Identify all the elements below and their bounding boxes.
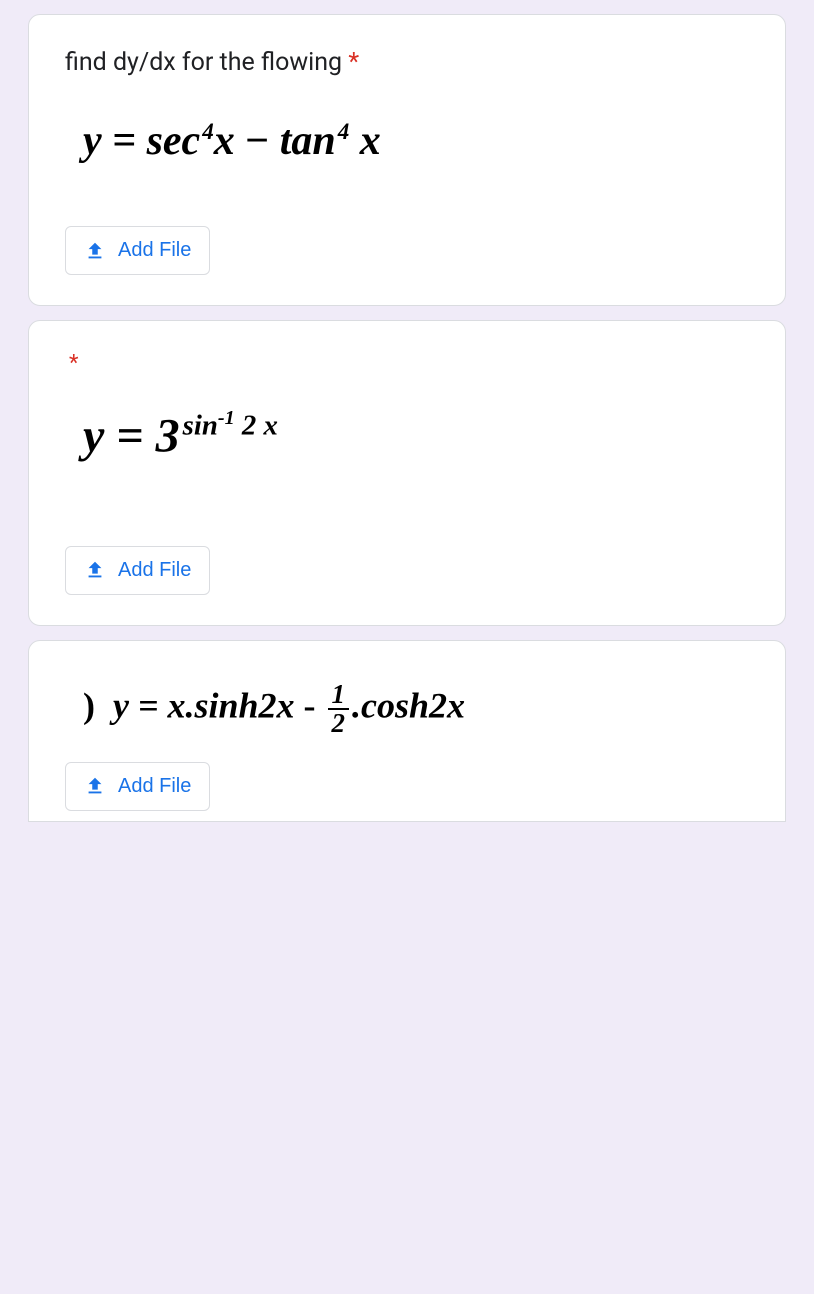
question-card: find dy/dx for the flowing * y = sec4x −… <box>28 14 786 306</box>
question-card: * y = 3sin-1 2 x Add File <box>28 320 786 625</box>
question-card: ) y = x.sinh2x - 12.cosh2x Add File <box>28 640 786 822</box>
add-file-label: Add File <box>118 559 191 582</box>
upload-icon <box>84 775 106 797</box>
equation-image: ) y = x.sinh2x - 12.cosh2x <box>83 681 749 737</box>
add-file-label: Add File <box>118 775 191 798</box>
required-star: * <box>65 351 749 376</box>
add-file-button[interactable]: Add File <box>65 762 210 811</box>
question-text: find dy/dx for the flowing <box>65 48 342 77</box>
equation-image: y = 3sin-1 2 x <box>83 406 749 465</box>
upload-icon <box>84 240 106 262</box>
required-star: * <box>348 48 359 77</box>
equation-image: y = sec4x − tan4 x <box>83 116 749 166</box>
upload-icon <box>84 559 106 581</box>
add-file-button[interactable]: Add File <box>65 226 210 275</box>
add-file-button[interactable]: Add File <box>65 546 210 595</box>
add-file-label: Add File <box>118 239 191 262</box>
question-title: find dy/dx for the flowing * <box>65 45 749 80</box>
